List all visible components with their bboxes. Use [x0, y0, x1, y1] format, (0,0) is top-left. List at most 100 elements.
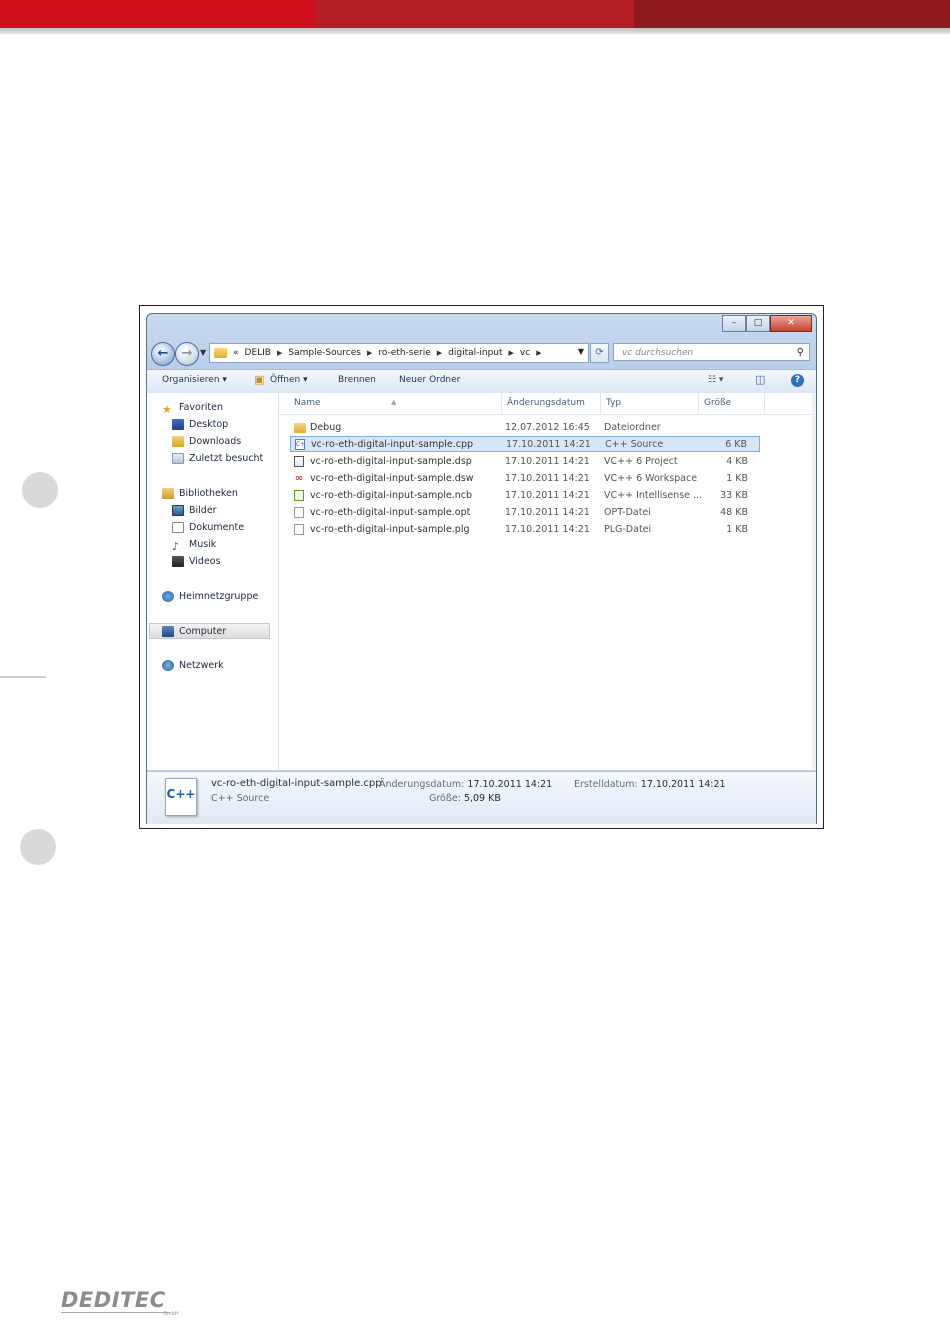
preview-pane-icon[interactable]: ◫ — [755, 373, 765, 386]
nav-computer[interactable]: Computer — [149, 623, 270, 639]
chevron-right-icon[interactable]: ▶ — [437, 349, 442, 357]
details-pane: C++ vc-ro-eth-digital-input-sample.cpp C… — [147, 771, 816, 824]
file-row[interactable]: vc-ro-eth-digital-input-sample.plg 17.10… — [290, 522, 760, 538]
header-segment — [316, 0, 634, 28]
breadcrumb-item[interactable]: ro-eth-serie — [378, 348, 430, 358]
dsw-file-icon: ∞ — [294, 473, 304, 484]
header-divider — [0, 28, 950, 34]
burn-button[interactable]: Brennen — [338, 375, 376, 385]
search-input[interactable]: vc durchsuchen ⚲ — [613, 343, 810, 361]
column-divider[interactable] — [501, 393, 502, 414]
breadcrumb-item[interactable]: vc — [520, 348, 530, 358]
details-modified: Änderungsdatum: 17.10.2011 14:21 — [379, 779, 552, 790]
desktop-icon — [172, 419, 184, 430]
folder-icon — [214, 348, 227, 358]
details-filename: vc-ro-eth-digital-input-sample.cpp — [211, 778, 382, 789]
pictures-icon — [172, 505, 184, 516]
dsp-file-icon — [294, 456, 304, 467]
refresh-button[interactable]: ⟳ — [590, 343, 609, 363]
file-name: vc-ro-eth-digital-input-sample.plg — [310, 524, 470, 535]
close-button[interactable]: ✕ — [770, 315, 812, 332]
nav-videos[interactable]: Videos — [172, 554, 221, 570]
file-row[interactable]: vc-ro-eth-digital-input-sample.ncb 17.10… — [290, 488, 760, 504]
nav-documents[interactable]: Dokumente — [172, 520, 244, 536]
file-row[interactable]: vc-ro-eth-digital-input-sample.dsp 17.10… — [290, 454, 760, 470]
nav-desktop[interactable]: Desktop — [172, 417, 228, 433]
file-date: 17.10.2011 14:21 — [505, 473, 590, 484]
minimize-button[interactable]: – — [722, 315, 746, 332]
nav-pictures[interactable]: Bilder — [172, 503, 217, 519]
folder-icon — [294, 423, 306, 433]
file-type: VC++ 6 Workspace — [604, 473, 698, 484]
nav-music[interactable]: ♪ Musik — [172, 537, 216, 553]
search-icon[interactable]: ⚲ — [797, 344, 804, 362]
maximize-button[interactable]: □ — [746, 315, 770, 332]
history-dropdown-icon[interactable]: ▼ — [200, 348, 206, 357]
created-value: 17.10.2011 14:21 — [640, 779, 726, 790]
file-name: vc-ro-eth-digital-input-sample.cpp — [311, 439, 474, 450]
nav-label: Desktop — [189, 419, 229, 430]
nav-favorites[interactable]: ★ Favoriten — [162, 400, 223, 416]
nav-libraries[interactable]: Bibliotheken — [162, 486, 238, 502]
help-icon[interactable]: ? — [791, 374, 804, 387]
search-placeholder: vc durchsuchen — [622, 348, 694, 358]
ncb-file-icon — [294, 490, 304, 501]
address-bar[interactable]: « DELIB ▶ Sample-Sources ▶ ro-eth-serie ▶ d… — [209, 343, 589, 363]
file-type: VC++ Intellisense ... — [604, 490, 703, 501]
new-folder-button[interactable]: Neuer Ordner — [399, 375, 460, 385]
file-size: 4 KB — [726, 456, 748, 467]
file-size: 1 KB — [726, 473, 748, 484]
breadcrumb-item[interactable]: digital-input — [448, 348, 502, 358]
file-row[interactable]: vc-ro-eth-digital-input-sample.opt 17.10… — [290, 505, 760, 521]
opt-file-icon — [294, 507, 304, 518]
open-button[interactable]: Öffnen ▾ — [270, 375, 308, 385]
file-row[interactable]: C+ vc-ro-eth-digital-input-sample.cpp 17… — [290, 436, 760, 452]
nav-network[interactable]: Netzwerk — [162, 658, 224, 674]
cpp-file-icon: C+ — [295, 439, 306, 450]
file-row[interactable]: Debug 12.07.2012 16:45 Dateiordner — [290, 420, 760, 436]
column-type[interactable]: Typ — [606, 398, 621, 408]
nav-recent[interactable]: Zuletzt besucht — [172, 451, 263, 467]
size-label: Größe: — [429, 793, 461, 804]
documents-icon — [172, 522, 184, 533]
file-row[interactable]: ∞ vc-ro-eth-digital-input-sample.dsw 17.… — [290, 471, 760, 487]
forward-button[interactable]: → — [175, 342, 199, 366]
address-dropdown-icon[interactable]: ▼ — [578, 347, 584, 356]
chevron-right-icon[interactable]: ▶ — [367, 349, 372, 357]
column-divider[interactable] — [764, 393, 765, 414]
vertical-scrollbar[interactable] — [812, 393, 816, 770]
modified-value: 17.10.2011 14:21 — [467, 779, 553, 790]
nav-homegroup[interactable]: Heimnetzgruppe — [162, 589, 258, 605]
file-date: 17.10.2011 14:21 — [505, 524, 590, 535]
column-name[interactable]: Name — [294, 398, 321, 408]
breadcrumb-overflow[interactable]: « — [233, 348, 239, 358]
breadcrumb-item[interactable]: Sample-Sources — [288, 348, 361, 358]
column-divider[interactable] — [600, 393, 601, 414]
nav-downloads[interactable]: Downloads — [172, 434, 241, 450]
recent-icon — [172, 453, 184, 464]
organize-button[interactable]: Organisieren ▾ — [162, 375, 227, 385]
chevron-right-icon[interactable]: ▶ — [536, 349, 541, 357]
nav-label: Computer — [179, 626, 227, 637]
breadcrumb-item[interactable]: DELIB — [245, 348, 271, 358]
cpp-file-large-icon: C++ — [165, 778, 197, 816]
refresh-icon: ⟳ — [595, 347, 604, 358]
network-icon — [162, 660, 174, 671]
back-button[interactable]: ← — [151, 342, 175, 366]
file-name: vc-ro-eth-digital-input-sample.ncb — [310, 490, 473, 501]
nav-label: Favoriten — [179, 402, 223, 413]
file-type: C++ Source — [605, 439, 664, 450]
column-divider[interactable] — [698, 393, 699, 414]
chevron-right-icon[interactable]: ▶ — [509, 349, 514, 357]
file-type: Dateiordner — [604, 422, 661, 433]
open-icon: ▣ — [254, 373, 265, 386]
page-header-bar — [0, 0, 950, 28]
header-segment — [0, 0, 316, 28]
nav-label: Zuletzt besucht — [189, 453, 264, 464]
file-size: 33 KB — [720, 490, 748, 501]
file-date: 17.10.2011 14:21 — [505, 456, 590, 467]
column-date[interactable]: Änderungsdatum — [507, 398, 585, 408]
chevron-right-icon[interactable]: ▶ — [277, 349, 282, 357]
view-options-icon[interactable]: ☷ ▾ — [708, 375, 723, 385]
column-size[interactable]: Größe — [704, 398, 731, 408]
